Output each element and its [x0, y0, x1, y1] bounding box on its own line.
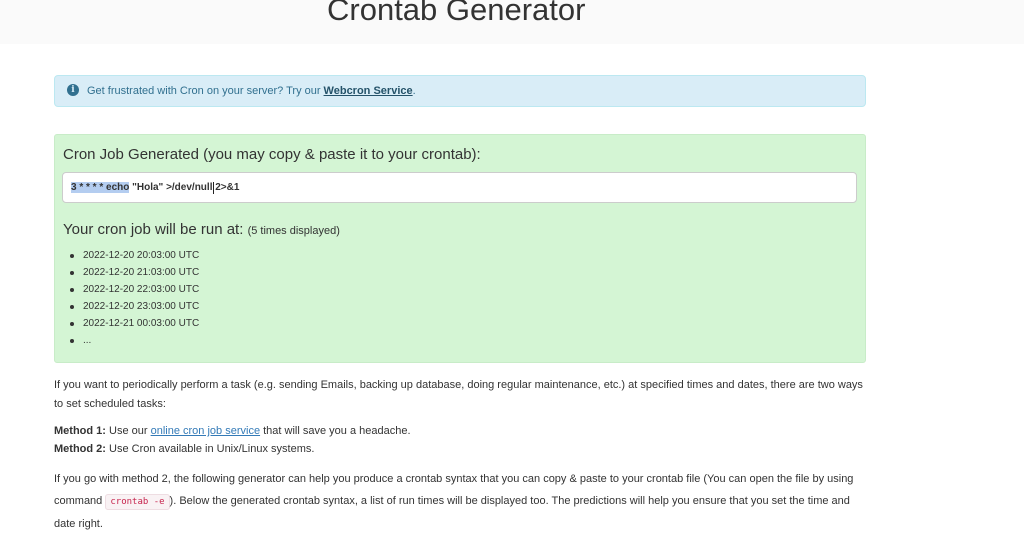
text-cursor-icon: [213, 182, 214, 194]
cron-result-panel: Cron Job Generated (you may copy & paste…: [54, 134, 866, 363]
command-text: "Hola" >/dev/null 2>&1: [129, 182, 240, 193]
list-item: 2022-12-20 20:03:00 UTC: [69, 247, 199, 264]
method-1-pre: Use our: [109, 425, 148, 437]
run-times-title: Your cron job will be run at:: [63, 221, 244, 238]
webcron-service-link[interactable]: Webcron Service: [324, 85, 413, 97]
info-alert: i Get frustrated with Cron on your serve…: [54, 75, 866, 107]
result-heading: Cron Job Generated (you may copy & paste…: [63, 146, 481, 163]
intro-paragraph: If you want to periodically perform a ta…: [54, 379, 863, 410]
method-1-post: that will save you a headache.: [263, 425, 411, 437]
run-times-list: 2022-12-20 20:03:00 UTC 2022-12-20 21:03…: [69, 247, 199, 349]
page-title: Crontab Generator: [327, 0, 586, 27]
method-2-text: Use Cron available in Unix/Linux systems…: [109, 443, 315, 455]
online-cron-service-link[interactable]: online cron job service: [151, 425, 260, 437]
method-2-label: Method 2:: [54, 443, 106, 455]
alert-text: Get frustrated with Cron on your server?…: [87, 85, 321, 97]
paragraph-text-end: ). Below the generated crontab syntax, a…: [54, 495, 850, 530]
method-1-line: Method 1: Use our online cron job servic…: [54, 422, 868, 441]
method-2-line: Method 2: Use Cron available in Unix/Lin…: [54, 440, 868, 459]
run-times-heading: Your cron job will be run at: (5 times d…: [63, 221, 340, 238]
method-2-paragraph: If you go with method 2, the following g…: [54, 468, 868, 535]
list-item: 2022-12-21 00:03:00 UTC: [69, 315, 199, 332]
run-times-note: (5 times displayed): [247, 225, 340, 237]
method-1-label: Method 1:: [54, 425, 106, 437]
crontab-command-code: crontab -e: [105, 494, 170, 510]
info-icon: i: [67, 84, 79, 96]
alert-period: .: [412, 85, 416, 97]
list-item: 2022-12-20 21:03:00 UTC: [69, 264, 199, 281]
list-item: ...: [69, 332, 199, 349]
cron-command-field[interactable]: 3 * * * * echo "Hola" >/dev/null 2>&1: [62, 172, 857, 203]
list-item: 2022-12-20 22:03:00 UTC: [69, 281, 199, 298]
page: Crontab Generator i Get frustrated with …: [0, 0, 1024, 544]
list-item: 2022-12-20 23:03:00 UTC: [69, 298, 199, 315]
selected-command-text: 3 * * * * echo: [71, 182, 130, 193]
